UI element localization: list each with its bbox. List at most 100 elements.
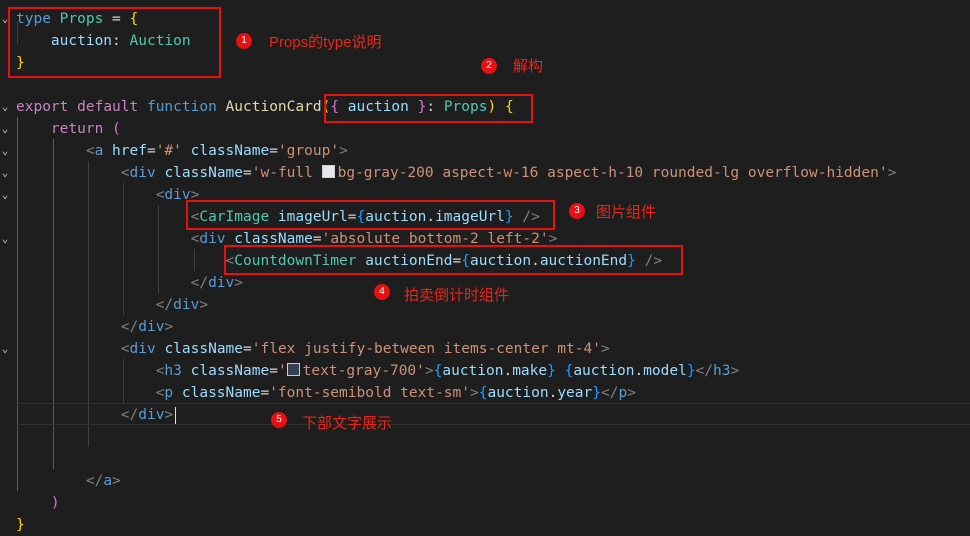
code-token: > (887, 165, 897, 181)
code-line[interactable]: ⌄ <div className='w-full bg-gray-200 asp… (0, 162, 970, 184)
code-token: div (138, 319, 165, 335)
code-token: href (112, 143, 147, 159)
fold-chevron-icon[interactable]: ⌄ (0, 140, 10, 162)
annotation-label-4: 拍卖倒计时组件 (404, 287, 510, 304)
annotation-box-2 (324, 94, 533, 123)
code-token: div (208, 275, 235, 291)
code-token: h3 (713, 363, 731, 379)
code-token: AuctionCard (225, 99, 322, 115)
annotation-badge-2: 2 (481, 58, 497, 74)
code-token: className (190, 363, 270, 379)
code-line[interactable]: ⌄ <div className='flex justify-between i… (0, 338, 970, 360)
code-token: </ (85, 473, 104, 489)
annotation-label-2: 解构 (513, 58, 544, 75)
code-token: > (164, 319, 174, 335)
code-token: className (164, 341, 244, 357)
code-token: = (243, 165, 252, 181)
code-text: <div className='flex justify-between ite… (16, 338, 610, 360)
code-text: <a href='#' className='group'> (16, 140, 348, 162)
code-token: function (146, 99, 217, 115)
annotation-badge-4: 4 (374, 284, 390, 300)
annotation-badge-1: 1 (236, 33, 252, 49)
code-token: 'flex justify-between items-center mt-4' (251, 341, 601, 357)
color-swatch-icon[interactable] (286, 363, 300, 376)
code-text: <h3 className=' text-gray-700'>{auction.m… (16, 360, 739, 382)
annotation-box-1 (8, 7, 221, 78)
code-token: = (243, 341, 252, 357)
code-token: } (686, 363, 696, 379)
code-token: </ (600, 385, 619, 401)
code-line[interactable]: } (0, 514, 970, 536)
code-token: > (199, 297, 209, 313)
code-text: <div className='w-full bg-gray-200 aspec… (16, 162, 896, 184)
code-token: '#' (155, 143, 182, 159)
code-token: auction (487, 385, 549, 401)
annotation-label-5: 下部文字展示 (302, 415, 393, 432)
code-line[interactable]: ) (0, 492, 970, 514)
color-swatch-icon[interactable] (321, 165, 335, 178)
code-line[interactable]: </div> (0, 404, 970, 426)
code-token: </ (695, 363, 714, 379)
code-token: year (557, 385, 593, 401)
code-line[interactable]: </div> (0, 316, 970, 338)
code-token: < (120, 165, 130, 181)
code-token: . (503, 363, 513, 379)
code-token: = (146, 143, 156, 159)
code-token: < (120, 341, 130, 357)
code-token: ) (50, 495, 60, 511)
code-token: = (269, 143, 278, 159)
code-token: } (592, 385, 601, 401)
code-token: } (547, 363, 556, 379)
fold-chevron-icon[interactable]: ⌄ (0, 118, 10, 140)
code-token: bg-gray-200 aspect-w-16 aspect-h-10 roun… (337, 165, 888, 181)
code-token: > (234, 275, 244, 291)
code-token: ( (112, 121, 121, 137)
code-token: auction (442, 363, 504, 379)
code-token: div (173, 297, 200, 313)
code-line[interactable] (0, 426, 970, 448)
code-token: } (16, 517, 25, 533)
code-token: div (129, 165, 156, 181)
fold-chevron-icon[interactable]: ⌄ (0, 96, 10, 118)
code-token: export (16, 99, 69, 115)
fold-chevron-icon[interactable]: ⌄ (0, 228, 10, 250)
code-token: > (627, 385, 636, 401)
code-token: className (190, 143, 270, 159)
code-token: > (470, 385, 479, 401)
code-token: 'group' (277, 143, 340, 159)
fold-chevron-icon[interactable]: ⌄ (0, 338, 10, 360)
code-token: . (548, 385, 558, 401)
code-token: < (85, 143, 95, 159)
code-token: div (199, 231, 226, 247)
code-text: </div> (16, 294, 208, 316)
annotation-badge-5: 5 (271, 412, 287, 428)
code-token: > (730, 363, 740, 379)
code-line[interactable]: ⌄ <a href='#' className='group'> (0, 140, 970, 162)
fold-chevron-icon[interactable]: ⌄ (0, 184, 10, 206)
code-token: auction (573, 363, 635, 379)
code-token: div (129, 341, 156, 357)
code-token: </ (120, 319, 139, 335)
code-text: <p className='font-semibold text-sm'>{au… (16, 382, 636, 404)
code-line[interactable]: <p className='font-semibold text-sm'>{au… (0, 382, 970, 404)
code-line[interactable] (0, 448, 970, 470)
code-line[interactable]: </a> (0, 470, 970, 492)
code-line[interactable]: <h3 className=' text-gray-700'>{auction.m… (0, 360, 970, 382)
fold-chevron-icon[interactable]: ⌄ (0, 162, 10, 184)
